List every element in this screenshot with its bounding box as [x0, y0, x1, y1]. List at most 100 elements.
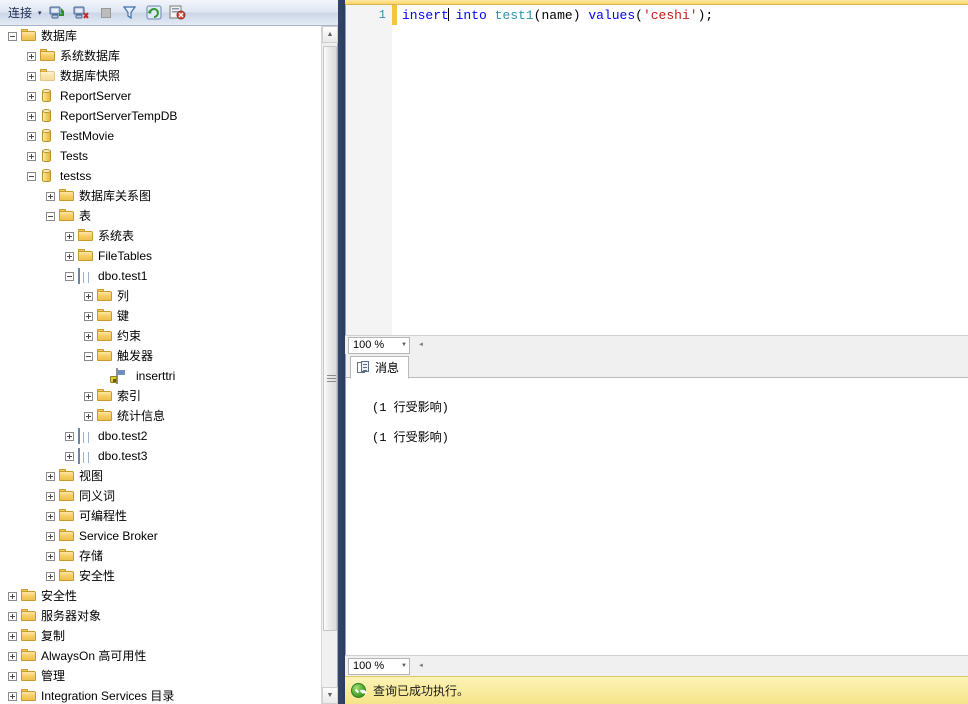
- tree-node[interactable]: 存储: [0, 546, 322, 566]
- tree-node[interactable]: 约束: [0, 326, 322, 346]
- expand-plus-icon[interactable]: [46, 571, 55, 581]
- expand-plus-icon[interactable]: [84, 411, 93, 421]
- database-icon: [40, 109, 56, 123]
- tree-node[interactable]: 统计信息: [0, 406, 322, 426]
- code-token: 'ceshi': [642, 8, 698, 23]
- expand-plus-icon[interactable]: [84, 331, 93, 341]
- tree-node[interactable]: testss: [0, 166, 322, 186]
- refresh-icon[interactable]: [143, 3, 165, 23]
- tree-node[interactable]: 系统数据库: [0, 46, 322, 66]
- tree-node[interactable]: 视图: [0, 466, 322, 486]
- tree-node[interactable]: 索引: [0, 386, 322, 406]
- scrollbar-thumb[interactable]: [323, 46, 337, 631]
- disconnect-server-icon[interactable]: [71, 3, 93, 23]
- editor-hscroll-left-arrow-icon[interactable]: ◄: [414, 337, 428, 354]
- expand-plus-icon[interactable]: [84, 391, 93, 401]
- expand-plus-icon[interactable]: [65, 231, 74, 241]
- tab-messages[interactable]: 消息: [350, 356, 410, 379]
- report-icon[interactable]: [167, 3, 189, 23]
- editor-zoom-select[interactable]: 100 % ▼: [348, 336, 410, 354]
- tree-node[interactable]: 列: [0, 286, 322, 306]
- tree-node[interactable]: TestMovie: [0, 126, 322, 146]
- tree-node[interactable]: dbo.test1: [0, 266, 322, 286]
- tree-node[interactable]: 系统表: [0, 226, 322, 246]
- scroll-up-arrow-icon[interactable]: ▲: [322, 26, 338, 43]
- tree-node-label: dbo.test2: [98, 429, 148, 443]
- expand-plus-icon[interactable]: [27, 111, 36, 121]
- collapse-minus-icon[interactable]: [84, 351, 93, 361]
- results-pane: 消息 (1 行受影响) (1 行受影响): [345, 354, 968, 655]
- sql-code-line[interactable]: insert into test1(name) values('ceshi');: [402, 8, 713, 23]
- expand-plus-icon[interactable]: [27, 91, 36, 101]
- tree-node[interactable]: ReportServerTempDB: [0, 106, 322, 126]
- tree-node[interactable]: 复制: [0, 626, 322, 646]
- folder-icon: [97, 389, 113, 403]
- collapse-minus-icon[interactable]: [8, 31, 17, 41]
- expand-plus-icon[interactable]: [46, 471, 55, 481]
- object-explorer-vertical-scrollbar[interactable]: ▲ ▼: [321, 26, 338, 704]
- tree-node[interactable]: 服务器对象: [0, 606, 322, 626]
- tree-node[interactable]: AlwaysOn 高可用性: [0, 646, 322, 666]
- tree-node[interactable]: 触发器: [0, 346, 322, 366]
- tree-node[interactable]: ReportServer: [0, 86, 322, 106]
- chevron-down-icon[interactable]: ▼: [401, 663, 407, 669]
- expand-plus-icon[interactable]: [8, 591, 17, 601]
- expand-plus-icon[interactable]: [46, 551, 55, 561]
- tree-node[interactable]: 安全性: [0, 586, 322, 606]
- expand-plus-icon[interactable]: [8, 671, 17, 681]
- tree-node[interactable]: inserttri: [0, 366, 322, 386]
- expand-plus-icon[interactable]: [46, 491, 55, 501]
- tree-node[interactable]: Tests: [0, 146, 322, 166]
- tree-node[interactable]: Service Broker: [0, 526, 322, 546]
- panel-splitter[interactable]: [338, 0, 345, 704]
- expand-plus-icon[interactable]: [46, 191, 55, 201]
- connect-server-icon[interactable]: [47, 3, 69, 23]
- expand-plus-icon[interactable]: [8, 651, 17, 661]
- tree-node-label: 服务器对象: [41, 609, 102, 623]
- expand-plus-icon[interactable]: [65, 431, 74, 441]
- object-explorer-tree[interactable]: 数据库 系统数据库 数据库快照 ReportServer ReportServerTem…: [0, 26, 322, 704]
- line-number: 1: [378, 8, 386, 22]
- expand-plus-icon[interactable]: [84, 311, 93, 321]
- expand-plus-icon[interactable]: [65, 251, 74, 261]
- chevron-down-icon[interactable]: ▼: [401, 342, 407, 348]
- expand-plus-icon[interactable]: [8, 691, 17, 701]
- tree-node[interactable]: 可编程性: [0, 506, 322, 526]
- expand-plus-icon[interactable]: [27, 131, 36, 141]
- collapse-minus-icon[interactable]: [46, 211, 55, 221]
- expand-plus-icon[interactable]: [46, 511, 55, 521]
- connect-button[interactable]: 连接: [4, 2, 35, 23]
- expand-plus-icon[interactable]: [46, 531, 55, 541]
- scroll-down-arrow-icon[interactable]: ▼: [322, 687, 338, 704]
- tree-node[interactable]: FileTables: [0, 246, 322, 266]
- tree-node[interactable]: 管理: [0, 666, 322, 686]
- tree-node[interactable]: 安全性: [0, 566, 322, 586]
- tree-node[interactable]: 表: [0, 206, 322, 226]
- results-hscroll-left-arrow-icon[interactable]: ◄: [414, 658, 428, 675]
- collapse-minus-icon[interactable]: [27, 171, 36, 181]
- tree-node[interactable]: 同义词: [0, 486, 322, 506]
- tree-node[interactable]: Integration Services 目录: [0, 686, 322, 704]
- results-zoom-select[interactable]: 100 % ▼: [348, 657, 410, 675]
- tree-node[interactable]: dbo.test2: [0, 426, 322, 446]
- expand-plus-icon[interactable]: [84, 291, 93, 301]
- tree-node[interactable]: 数据库: [0, 26, 322, 46]
- tree-node[interactable]: dbo.test3: [0, 446, 322, 466]
- expand-plus-icon[interactable]: [27, 151, 36, 161]
- tree-node[interactable]: 键: [0, 306, 322, 326]
- collapse-minus-icon[interactable]: [65, 271, 74, 281]
- sql-editor[interactable]: 1 insert into test1(name) values('ceshi'…: [345, 5, 968, 335]
- expand-plus-icon[interactable]: [8, 631, 17, 641]
- stop-icon[interactable]: [95, 3, 117, 23]
- expand-plus-icon[interactable]: [8, 611, 17, 621]
- tree-node[interactable]: 数据库关系图: [0, 186, 322, 206]
- connect-dropdown-caret-icon[interactable]: ▾: [38, 9, 42, 17]
- filter-icon[interactable]: [119, 3, 141, 23]
- ssms-window: 连接 ▾ 数据库 系统数据库 数据库快照 ReportServer Report…: [0, 0, 968, 704]
- expand-plus-icon[interactable]: [65, 451, 74, 461]
- expand-plus-icon[interactable]: [27, 51, 36, 61]
- folder-icon: [21, 29, 37, 43]
- expand-plus-icon[interactable]: [27, 71, 36, 81]
- table-icon: [78, 428, 94, 444]
- tree-node[interactable]: 数据库快照: [0, 66, 322, 86]
